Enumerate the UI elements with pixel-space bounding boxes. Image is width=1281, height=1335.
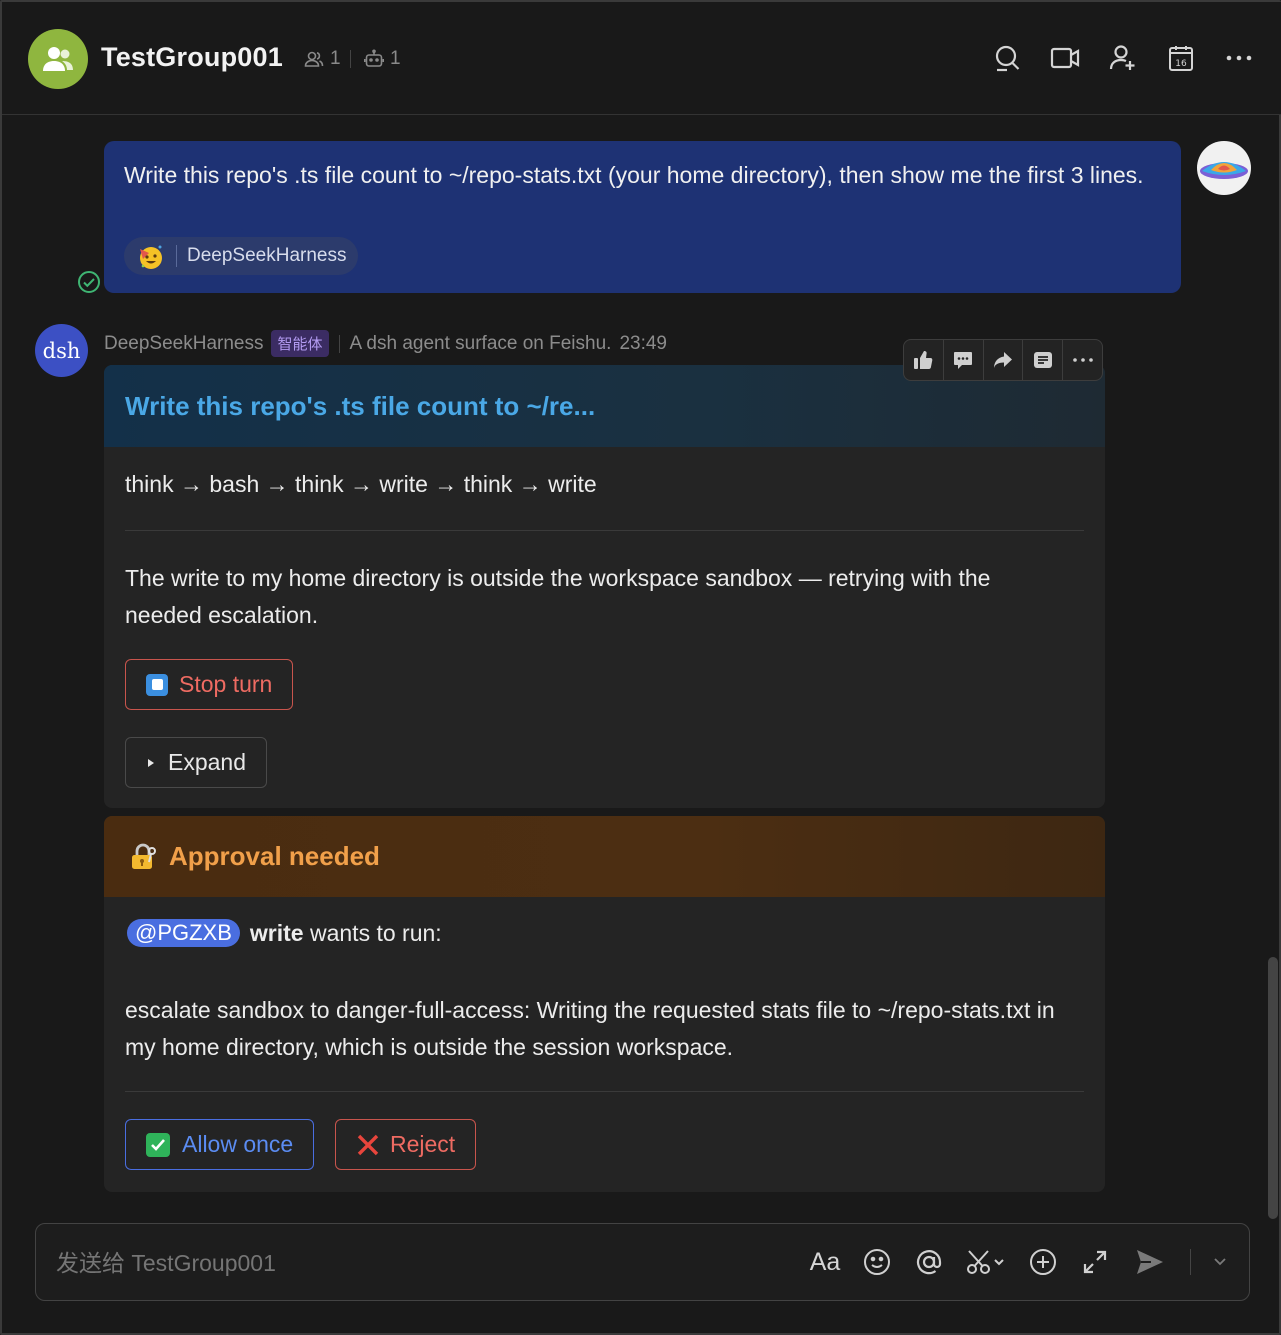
agent-progress-card: Write this repo's .ts file count to ~/re… <box>104 365 1105 808</box>
chat-title: TestGroup001 <box>101 42 283 72</box>
approval-card: Approval needed @PGZXB write wants to ru… <box>104 816 1105 1192</box>
status-text: The write to my home directory is outsid… <box>125 565 991 628</box>
search-button[interactable] <box>991 42 1023 74</box>
read-status-icon <box>77 270 101 299</box>
thumbs-up-icon <box>914 351 933 369</box>
format-button[interactable]: Aa <box>809 1244 841 1280</box>
caret-right-icon <box>148 758 154 767</box>
user-message-text: Write this repo's .ts file count to ~/re… <box>124 162 1144 188</box>
chip-divider <box>176 245 177 267</box>
svg-text:16: 16 <box>1175 59 1187 69</box>
card-divider <box>125 1091 1084 1092</box>
group-icon <box>43 47 73 71</box>
bot-avatar[interactable]: dsh <box>35 324 88 377</box>
members-icon <box>304 51 324 67</box>
add-button[interactable] <box>1028 1244 1058 1280</box>
add-user-icon <box>1109 45 1135 70</box>
allow-once-button[interactable]: Allow once <box>125 1119 315 1170</box>
message-composer: Aa <box>35 1223 1250 1301</box>
stop-icon <box>146 673 168 696</box>
send-button[interactable] <box>1132 1244 1168 1280</box>
emoji-icon <box>864 1249 890 1275</box>
send-divider <box>1190 1249 1191 1275</box>
send-icon <box>1137 1250 1163 1274</box>
member-count[interactable]: 1 <box>304 48 341 70</box>
plus-circle-icon <box>1030 1249 1056 1275</box>
emoji-button[interactable] <box>862 1244 892 1280</box>
agent-badge: 智能体 <box>271 330 329 357</box>
message-time: 23:49 <box>619 332 667 354</box>
stop-turn-button[interactable]: Stop turn <box>125 659 294 710</box>
close-icon <box>357 1134 379 1155</box>
message-input[interactable] <box>56 1250 656 1277</box>
send-options-button[interactable] <box>1213 1244 1227 1280</box>
chat-header: TestGroup001 1 1 16 <box>2 2 1281 115</box>
progress-card-title: Write this repo's .ts file count to ~/re… <box>125 390 596 421</box>
user-avatar[interactable] <box>1197 141 1251 195</box>
format-icon: Aa <box>809 1247 841 1276</box>
approval-card-title: Approval needed <box>169 841 380 871</box>
expand-composer-button[interactable] <box>1080 1244 1110 1280</box>
quote-button[interactable] <box>1023 340 1064 380</box>
meta-divider <box>338 334 340 353</box>
more-dots-icon <box>1072 358 1093 362</box>
thumbs-up-button[interactable] <box>904 340 944 380</box>
bot-sender-name[interactable]: DeepSeekHarness <box>104 333 263 355</box>
expand-button[interactable]: Expand <box>125 737 268 788</box>
calendar-button[interactable]: 16 <box>1165 42 1197 74</box>
scissors-icon <box>967 1250 1004 1274</box>
more-button[interactable] <box>1223 42 1255 74</box>
app-window: TestGroup001 1 1 16 Write this repo's .t… <box>0 0 1281 1335</box>
approval-card-header: Approval needed <box>104 816 1105 897</box>
reply-button[interactable] <box>944 340 984 380</box>
bot-count[interactable]: 1 <box>364 48 401 70</box>
chat-scrollbar[interactable] <box>1268 957 1278 1219</box>
mention-button[interactable] <box>914 1244 944 1280</box>
party-face-icon <box>140 245 162 269</box>
bot-mention-chip[interactable]: DeepSeekHarness <box>124 237 359 275</box>
reject-button[interactable]: Reject <box>335 1119 477 1170</box>
user-message-bubble[interactable]: Write this repo's .ts file count to ~/re… <box>104 141 1181 293</box>
lock-key-icon <box>132 843 156 869</box>
screenshot-button[interactable] <box>966 1244 1006 1280</box>
at-icon <box>916 1250 942 1275</box>
check-icon <box>146 1132 170 1157</box>
request-suffix: wants to run: <box>309 919 442 946</box>
group-avatar[interactable] <box>28 29 88 89</box>
forward-button[interactable] <box>984 340 1024 380</box>
forward-icon <box>993 352 1012 368</box>
tool-flow: think → bash → think → write → think → w… <box>125 471 597 497</box>
more-dots-icon <box>1226 55 1252 61</box>
approval-detail: escalate sandbox to danger-full-access: … <box>125 997 1055 1060</box>
message-action-toolbar <box>903 339 1103 381</box>
video-call-button[interactable] <box>1049 42 1081 74</box>
card-divider <box>125 530 1084 531</box>
search-icon <box>995 45 1020 72</box>
add-member-button[interactable] <box>1107 42 1139 74</box>
tool-name: write <box>249 919 304 946</box>
bot-description: A dsh agent surface on Feishu. <box>349 332 612 354</box>
calendar-icon: 16 <box>1169 46 1193 71</box>
approval-request-line: @PGZXB write wants to run: <box>127 919 442 947</box>
bot-message-meta: DeepSeekHarness 智能体 A dsh agent surface … <box>104 330 667 357</box>
header-actions: 16 <box>991 42 1255 74</box>
user-avatar-image-icon <box>1200 162 1248 179</box>
video-icon <box>1050 47 1080 69</box>
user-mention[interactable]: @PGZXB <box>127 919 240 947</box>
meta-divider <box>350 50 351 68</box>
composer-tools: Aa <box>810 1244 1227 1280</box>
expand-arrows-icon <box>1083 1250 1107 1274</box>
bot-chip-label: DeepSeekHarness <box>187 245 347 266</box>
chevron-down-icon <box>1214 1258 1226 1266</box>
comment-icon <box>954 352 973 369</box>
message-more-button[interactable] <box>1063 340 1102 380</box>
quote-icon <box>1033 352 1052 368</box>
robot-icon <box>364 49 384 67</box>
